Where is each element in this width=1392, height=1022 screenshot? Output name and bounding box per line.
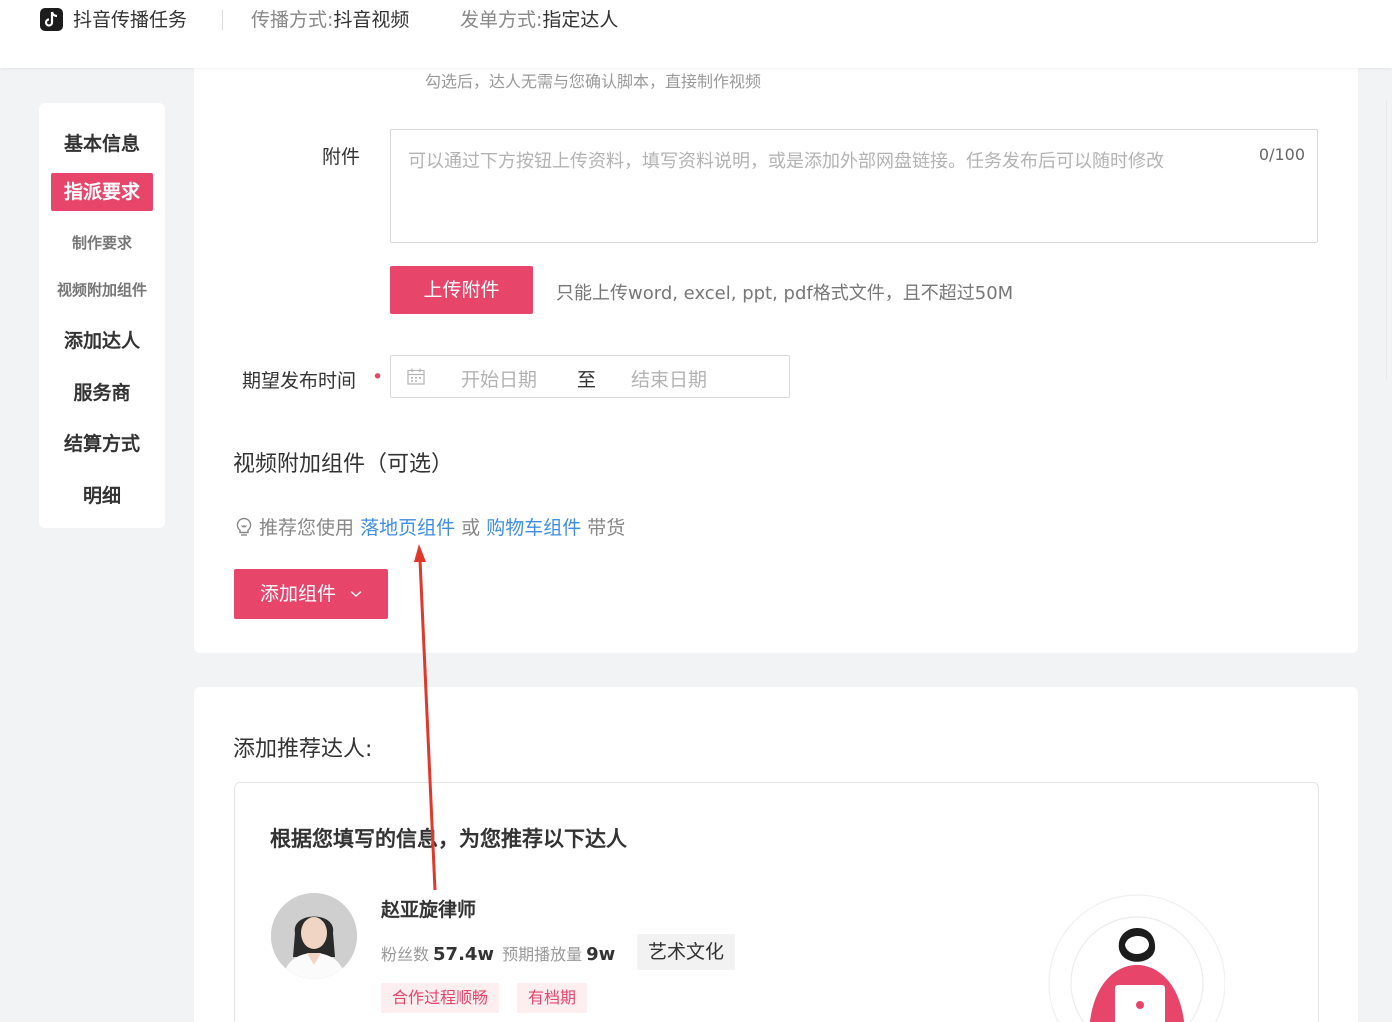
recommendation-box: 根据您填写的信息，为您推荐以下达人 赵亚旋律师 粉丝数 57.4w 预期播放量 9w … [234, 782, 1319, 1022]
date-range-separator: 至 [577, 369, 597, 391]
video-components-title: 视频附加组件（可选） [233, 452, 454, 477]
douyin-logo-icon [40, 8, 63, 31]
attachment-textarea[interactable]: 可以通过下方按钮上传资料，填写资料说明，或是添加外部网盘链接。任务发布后可以随时… [390, 129, 1318, 243]
kol-name[interactable]: 赵亚旋律师 [381, 895, 476, 922]
order-method-label: 发单方式: [460, 9, 543, 31]
recommend-suffix: 带货 [587, 517, 626, 539]
kol-tag-available: 有档期 [517, 983, 588, 1013]
app-title: 抖音传播任务 [73, 9, 188, 31]
upload-attachment-button[interactable]: 上传附件 [390, 266, 533, 314]
recommended-kol-title: 添加推荐达人: [233, 737, 373, 762]
spread-method: 传播方式:抖音视频 [251, 8, 409, 32]
header-divider [222, 10, 223, 30]
sidebar-item-assign-requirements[interactable]: 指派要求 [51, 173, 153, 211]
end-date-input[interactable]: 结束日期 [631, 365, 707, 392]
sidebar-item-video-components[interactable]: 视频附加组件 [39, 279, 165, 300]
top-bar: 抖音传播任务 传播方式:抖音视频 发单方式:指定达人 [0, 0, 1392, 68]
script-confirm-hint: 勾选后，达人无需与您确认脚本，直接制作视频 [425, 72, 762, 91]
add-component-label: 添加组件 [259, 583, 336, 605]
sidebar-item-production-requirements[interactable]: 制作要求 [39, 232, 165, 253]
sidebar-nav: 基本信息 指派要求 制作要求 视频附加组件 添加达人 服务商 结算方式 明细 [39, 103, 165, 528]
publish-date-range-picker[interactable]: 开始日期 至 结束日期 [390, 355, 790, 398]
sidebar-item-add-kol[interactable]: 添加达人 [39, 326, 165, 353]
kol-stats: 粉丝数 57.4w 预期播放量 9w [381, 941, 623, 965]
order-method: 发单方式:指定达人 [460, 8, 618, 32]
sidebar-item-details[interactable]: 明细 [39, 481, 165, 508]
fans-label: 粉丝数 [381, 945, 430, 964]
add-component-button[interactable]: 添加组件 [234, 569, 388, 619]
spread-method-label: 传播方式: [251, 9, 334, 31]
landing-page-component-link[interactable]: 落地页组件 [360, 517, 455, 539]
kol-category-badge: 艺术文化 [637, 934, 736, 970]
component-recommendation: 推荐您使用 落地页组件 或 购物车组件 带货 [235, 513, 625, 540]
recommend-or: 或 [461, 517, 481, 539]
kol-tag-smooth-cooperation: 合作过程顺畅 [381, 983, 500, 1013]
calendar-icon [407, 368, 425, 385]
start-date-input[interactable]: 开始日期 [461, 365, 537, 392]
assign-requirements-card: 勾选后，达人无需与您确认脚本，直接制作视频 附件 可以通过下方按钮上传资料，填写… [194, 58, 1358, 653]
attachment-char-counter: 0/100 [1258, 145, 1305, 164]
publish-time-label: 期望发布时间 [242, 370, 357, 392]
required-mark: • [372, 366, 384, 388]
recommendation-headline: 根据您填写的信息，为您推荐以下达人 [270, 827, 627, 851]
recommended-kol-card: 添加推荐达人: 根据您填写的信息，为您推荐以下达人 赵亚旋律师 粉丝数 57.4w… [194, 687, 1358, 1022]
spread-method-value: 抖音视频 [333, 9, 410, 31]
shopping-cart-component-link[interactable]: 购物车组件 [486, 517, 581, 539]
plays-value: 9w [586, 944, 616, 965]
recommend-prefix: 推荐您使用 [259, 517, 355, 539]
attachment-label: 附件 [322, 146, 361, 168]
lightbulb-icon [236, 517, 252, 536]
upload-format-note: 只能上传word, excel, ppt, pdf格式文件，且不超过50M [556, 283, 1014, 304]
plays-label: 预期播放量 [502, 945, 583, 964]
attachment-placeholder: 可以通过下方按钮上传资料，填写资料说明，或是添加外部网盘链接。任务发布后可以随时… [408, 151, 1164, 172]
kol-illustration-icon [1048, 894, 1225, 1022]
right-scroll-edge [1386, 100, 1392, 380]
order-method-value: 指定达人 [542, 9, 619, 31]
sidebar-item-settlement[interactable]: 结算方式 [39, 429, 165, 456]
sidebar-item-service-provider[interactable]: 服务商 [39, 378, 165, 405]
sidebar-item-basic-info[interactable]: 基本信息 [39, 129, 165, 156]
chevron-down-icon [350, 590, 362, 598]
fans-value: 57.4w [433, 944, 495, 965]
avatar[interactable] [271, 893, 357, 979]
